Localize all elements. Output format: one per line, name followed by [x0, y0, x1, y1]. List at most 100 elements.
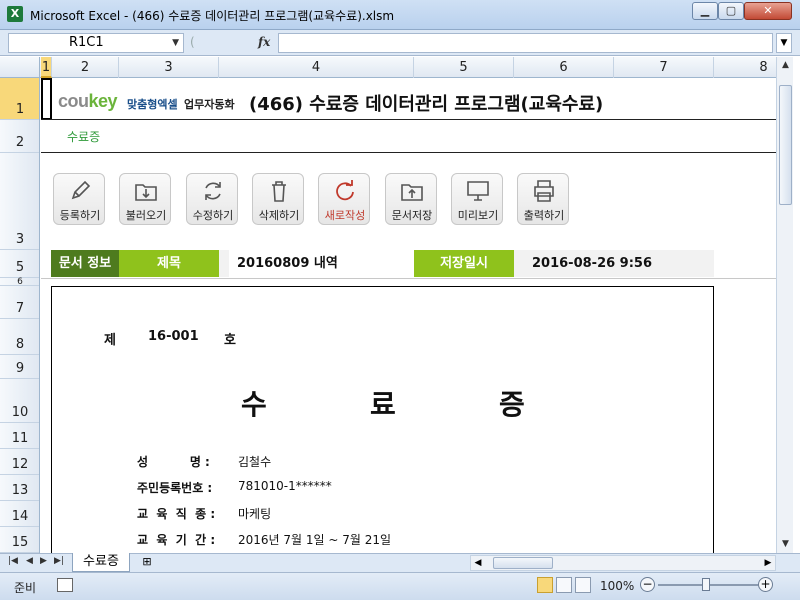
scroll-right-arrow-icon[interactable]: ▶: [761, 556, 775, 570]
insert-sheet-icon[interactable]: ⊞: [136, 555, 158, 571]
column-header[interactable]: 7: [614, 57, 714, 78]
row-header[interactable]: 5: [0, 250, 39, 278]
certificate-title-char: 수: [241, 388, 267, 421]
register-button[interactable]: 등록하기: [53, 173, 105, 225]
first-sheet-icon[interactable]: |◀: [8, 556, 18, 566]
vertical-scroll-thumb[interactable]: [779, 85, 792, 205]
scroll-up-arrow-icon[interactable]: ▲: [777, 57, 794, 74]
column-header[interactable]: 4: [219, 57, 414, 78]
normal-view-icon[interactable]: [537, 577, 553, 593]
worksheet-area[interactable]: coukey 맞춤형엑셀 업무자동화 (466) 수료증 데이터관리 프로그램(…: [41, 78, 776, 553]
zoom-slider-thumb[interactable]: [702, 578, 710, 591]
excel-app-icon[interactable]: X: [7, 6, 23, 22]
zoom-out-icon[interactable]: −: [640, 577, 655, 592]
minimize-button[interactable]: ▁: [692, 2, 718, 20]
horizontal-scrollbar[interactable]: ◀ ▶: [470, 555, 776, 571]
row-headers: 1 2 3 5 6 7 8 9 10 11 12 13 14 15: [0, 78, 40, 553]
chevron-down-icon[interactable]: ▼: [172, 34, 179, 52]
logo-subtitle-2: 업무자동화: [184, 98, 235, 111]
zoom-level[interactable]: 100%: [600, 579, 634, 593]
course-period-label: 교 육 기 간 :: [137, 533, 216, 547]
formula-bar-divider: (: [190, 35, 195, 49]
saved-at-label: 저장일시: [414, 250, 514, 277]
last-sheet-icon[interactable]: ▶|: [54, 556, 64, 566]
trash-icon: [272, 181, 286, 202]
row-header[interactable]: 1: [0, 78, 39, 120]
next-sheet-icon[interactable]: ▶: [40, 556, 47, 566]
resident-number-value[interactable]: 781010-1******: [238, 479, 332, 493]
name-value[interactable]: 김철수: [238, 453, 271, 470]
monitor-icon: [467, 181, 489, 201]
doc-info-label: 문서 정보: [51, 250, 119, 277]
row-header[interactable]: 9: [0, 355, 39, 379]
row-header[interactable]: 2: [0, 120, 39, 153]
load-button[interactable]: 불러오기: [119, 173, 171, 225]
column-header[interactable]: 1: [41, 57, 52, 78]
new-document-button[interactable]: 새로작성: [318, 173, 370, 225]
title-bar: X Microsoft Excel - (466) 수료증 데이터관리 프로그램…: [0, 0, 800, 30]
close-button[interactable]: ✕: [744, 2, 792, 20]
certificate-title-char: 료: [370, 388, 396, 421]
printer-icon: [534, 180, 554, 202]
pencil-icon: [71, 180, 91, 200]
row-header[interactable]: 11: [0, 423, 39, 449]
column-header[interactable]: 3: [119, 57, 219, 78]
scroll-left-arrow-icon[interactable]: ◀: [471, 556, 485, 570]
insert-function-button[interactable]: fx: [258, 35, 270, 49]
course-type-label: 교 육 직 종 :: [137, 507, 216, 521]
status-bar: 준비 100% − +: [0, 572, 800, 600]
preview-button-label: 미리보기: [457, 209, 499, 222]
row-header[interactable]: 6: [0, 277, 39, 287]
section-label: 수료증: [67, 130, 101, 144]
certificate-title-char: 증: [499, 388, 525, 421]
row-header[interactable]: 8: [0, 319, 39, 355]
delete-button[interactable]: 삭제하기: [252, 173, 304, 225]
vertical-scrollbar[interactable]: ▲ ▼: [776, 57, 793, 553]
name-label: 성 명 :: [137, 455, 210, 469]
active-cell-selection[interactable]: [41, 78, 52, 120]
delete-button-label: 삭제하기: [258, 209, 300, 222]
print-button[interactable]: 출력하기: [517, 173, 569, 225]
prev-sheet-icon[interactable]: ◀: [26, 556, 33, 566]
sheet-tab-active[interactable]: 수료증: [72, 553, 130, 572]
expand-formula-bar-button[interactable]: ▼: [776, 33, 792, 53]
preview-button[interactable]: 미리보기: [451, 173, 503, 225]
row-header[interactable]: 7: [0, 286, 39, 319]
edit-button[interactable]: 수정하기: [186, 173, 238, 225]
header-divider: [41, 119, 776, 120]
select-all-corner[interactable]: [0, 57, 40, 78]
refresh-icon: [205, 182, 221, 200]
certificate-document: 제 16-001 호 수 료 증 성 명 : 김철수 주민등록번호 : 7810…: [51, 286, 714, 553]
macro-record-icon[interactable]: [57, 578, 73, 592]
row-header[interactable]: 14: [0, 501, 39, 527]
row-header[interactable]: 13: [0, 475, 39, 501]
logo-subtitle: 맞춤형엑셀: [127, 98, 178, 111]
row-header[interactable]: 3: [0, 153, 39, 250]
formula-input[interactable]: [278, 33, 773, 53]
save-document-button-label: 문서저장: [391, 209, 433, 222]
saved-at-value: 2016-08-26 9:56: [524, 250, 714, 277]
cert-number[interactable]: 16-001: [148, 329, 199, 344]
column-header[interactable]: 5: [414, 57, 514, 78]
page-break-view-icon[interactable]: [575, 577, 591, 593]
name-box[interactable]: R1C1 ▼: [8, 33, 184, 53]
row-header[interactable]: 12: [0, 449, 39, 475]
course-type-value[interactable]: 마케팅: [238, 505, 271, 522]
course-period-value[interactable]: 2016년 7월 1일 ~ 7월 21일: [238, 531, 391, 548]
row-header[interactable]: 15: [0, 527, 39, 553]
page-layout-view-icon[interactable]: [556, 577, 572, 593]
maximize-button[interactable]: ▢: [718, 2, 744, 20]
row-header[interactable]: 10: [0, 379, 39, 423]
subject-value[interactable]: 20160809 내역: [229, 250, 414, 277]
save-document-button[interactable]: 문서저장: [385, 173, 437, 225]
column-headers: 1 2 3 4 5 6 7 8: [0, 57, 776, 78]
resident-number-label: 주민등록번호 :: [137, 481, 213, 495]
status-ready: 준비: [14, 581, 37, 595]
zoom-in-icon[interactable]: +: [758, 577, 773, 592]
column-header[interactable]: 6: [514, 57, 614, 78]
scroll-down-arrow-icon[interactable]: ▼: [777, 536, 794, 553]
column-header[interactable]: 2: [52, 57, 119, 78]
new-document-button-label: 새로작성: [324, 209, 366, 222]
new-circle-icon: [336, 180, 354, 201]
horizontal-scroll-thumb[interactable]: [493, 557, 553, 569]
